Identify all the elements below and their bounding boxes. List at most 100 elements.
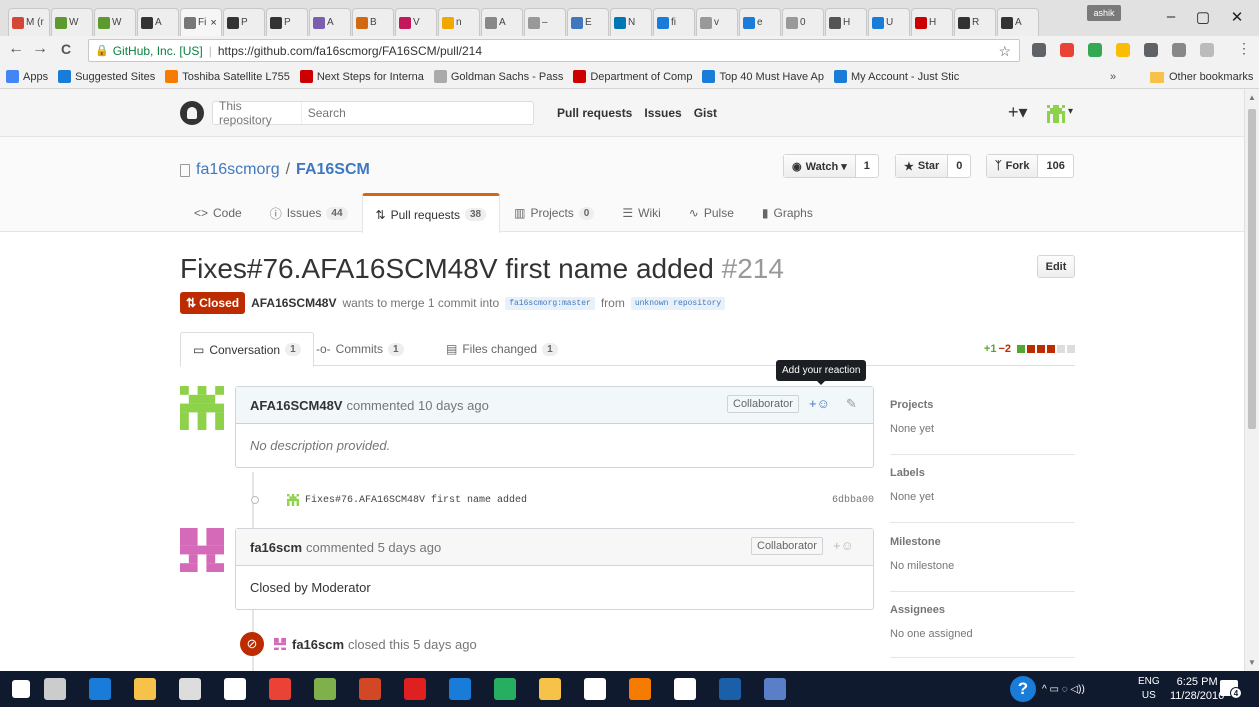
taskbar-app-icon[interactable] bbox=[719, 678, 741, 700]
browser-tab[interactable]: – bbox=[524, 8, 566, 36]
browser-tab[interactable]: n bbox=[438, 8, 480, 36]
repo-owner-link[interactable]: fa16scmorg bbox=[196, 161, 280, 179]
language-indicator[interactable]: ENG US bbox=[1138, 675, 1160, 703]
event-actor-avatar[interactable] bbox=[274, 638, 286, 650]
url-text[interactable]: https://github.com/fa16scmorg/FA16SCM/pu… bbox=[218, 44, 482, 58]
commit-message-link[interactable]: Fixes#76.AFA16SCM48V first name added bbox=[305, 495, 527, 506]
sidebar-heading[interactable]: Projects bbox=[890, 399, 1075, 411]
bookmark-item[interactable]: Goldman Sachs - Pass bbox=[433, 70, 563, 83]
taskbar-app-icon[interactable] bbox=[89, 678, 111, 700]
taskbar-app-icon[interactable] bbox=[224, 678, 246, 700]
browser-tab[interactable]: e bbox=[739, 8, 781, 36]
browser-tab[interactable]: P bbox=[223, 8, 265, 36]
taskbar-app-icon[interactable] bbox=[449, 678, 471, 700]
extension-icon[interactable] bbox=[1144, 43, 1158, 57]
reload-button[interactable]: C bbox=[56, 41, 76, 57]
bookmark-item[interactable]: Suggested Sites bbox=[58, 70, 155, 83]
tab-conversation[interactable]: ▭ Conversation 1 bbox=[180, 332, 314, 367]
minimize-button[interactable]: – bbox=[1156, 8, 1186, 25]
tab-files-changed[interactable]: ▤ Files changed 1 bbox=[434, 332, 570, 366]
comment-author-link[interactable]: AFA16SCM48V bbox=[250, 398, 342, 413]
browser-tab[interactable]: A bbox=[997, 8, 1039, 36]
browser-tab[interactable]: H bbox=[911, 8, 953, 36]
comment-timestamp[interactable]: commented 10 days ago bbox=[346, 398, 488, 413]
avatar-chevron-down-icon[interactable]: ▾ bbox=[1068, 106, 1073, 117]
pencil-icon[interactable]: ✎ bbox=[846, 396, 857, 412]
tab-close-icon[interactable]: × bbox=[210, 17, 216, 29]
scroll-up-icon[interactable]: ▲ bbox=[1248, 93, 1256, 102]
system-clock[interactable]: 6:25 PM 11/28/2016 bbox=[1170, 675, 1224, 703]
add-reaction-icon[interactable]: +☺ bbox=[833, 538, 854, 553]
sidebar-heading[interactable]: Labels bbox=[890, 467, 1075, 479]
commit-sha-link[interactable]: 6dbba00 bbox=[832, 495, 874, 506]
extension-icon[interactable] bbox=[1172, 43, 1186, 57]
nav-pull-requests[interactable]: Pull requests bbox=[557, 106, 632, 120]
browser-tab[interactable]: 0 bbox=[782, 8, 824, 36]
star-button[interactable]: ★ Star bbox=[896, 155, 949, 177]
browser-tab[interactable]: N bbox=[610, 8, 652, 36]
watch-count[interactable]: 1 bbox=[856, 155, 878, 177]
taskbar-app-icon[interactable] bbox=[359, 678, 381, 700]
browser-tab[interactable]: A bbox=[309, 8, 351, 36]
nav-gist[interactable]: Gist bbox=[694, 106, 717, 120]
windows-start-icon[interactable] bbox=[12, 680, 30, 698]
notification-icon[interactable]: 4 bbox=[1220, 680, 1242, 699]
bookmark-item[interactable]: Toshiba Satellite L755 bbox=[165, 70, 290, 83]
user-avatar[interactable] bbox=[1047, 105, 1065, 123]
browser-tab[interactable]: A bbox=[137, 8, 179, 36]
tab-graphs[interactable]: ▮ Graphs bbox=[748, 193, 827, 232]
taskbar-app-icon[interactable] bbox=[629, 678, 651, 700]
comment-author-link[interactable]: fa16scm bbox=[250, 540, 302, 555]
tab-pulse[interactable]: ∿ Pulse bbox=[675, 193, 748, 232]
repo-name-link[interactable]: FA16SCM bbox=[296, 161, 370, 179]
scroll-thumb[interactable] bbox=[1248, 109, 1256, 429]
taskbar-app-icon[interactable] bbox=[269, 678, 291, 700]
comment-timestamp[interactable]: commented 5 days ago bbox=[306, 540, 441, 555]
sidebar-heading[interactable]: Milestone bbox=[890, 536, 1075, 548]
system-tray-icons[interactable]: ^ ▭ ◌ ◁)) bbox=[1042, 671, 1085, 707]
tab-pull-requests[interactable]: ⇅ Pull requests 38 bbox=[361, 193, 501, 233]
scroll-down-icon[interactable]: ▼ bbox=[1248, 658, 1256, 667]
browser-tab[interactable]: V bbox=[395, 8, 437, 36]
tab-projects[interactable]: ▥ Projects 0 bbox=[500, 193, 608, 232]
page-scrollbar[interactable]: ▲ ▼ bbox=[1244, 89, 1259, 671]
extension-icon[interactable] bbox=[1032, 43, 1046, 57]
maximize-button[interactable]: ▢ bbox=[1188, 8, 1218, 26]
fork-count[interactable]: 106 bbox=[1038, 155, 1072, 177]
bookmarks-overflow-button[interactable]: » bbox=[1110, 71, 1116, 83]
taskbar-app-icon[interactable] bbox=[764, 678, 786, 700]
taskbar-app-icon[interactable] bbox=[314, 678, 336, 700]
bookmark-item[interactable]: Next Steps for Interna bbox=[299, 70, 424, 83]
browser-tab[interactable]: M (r bbox=[8, 8, 50, 36]
taskbar-app-icon[interactable] bbox=[404, 678, 426, 700]
browser-tab[interactable]: fi bbox=[653, 8, 695, 36]
add-reaction-icon[interactable]: +☺ bbox=[809, 396, 830, 411]
chrome-menu-icon[interactable]: ⋮ bbox=[1234, 40, 1254, 57]
browser-tab[interactable]: B bbox=[352, 8, 394, 36]
search-input[interactable] bbox=[301, 106, 533, 120]
event-actor-link[interactable]: fa16scm bbox=[292, 637, 344, 652]
omnibox[interactable]: 🔒 GitHub, Inc. [US] | https://github.com… bbox=[88, 39, 1020, 62]
watch-button[interactable]: ◉ Watch ▾ bbox=[784, 155, 856, 177]
browser-tab[interactable]: v bbox=[696, 8, 738, 36]
tab-issues[interactable]: ⓘ Issues 44 bbox=[256, 193, 362, 232]
commit-author-avatar[interactable] bbox=[287, 494, 299, 506]
browser-tab[interactable]: U bbox=[868, 8, 910, 36]
nav-issues[interactable]: Issues bbox=[644, 106, 681, 120]
browser-tab[interactable]: H bbox=[825, 8, 867, 36]
taskbar-app-icon[interactable] bbox=[584, 678, 606, 700]
browser-tab[interactable]: Fi × bbox=[180, 8, 222, 36]
taskbar-app-icon[interactable] bbox=[134, 678, 156, 700]
back-button[interactable]: ← bbox=[6, 40, 26, 58]
help-icon[interactable]: ? bbox=[1010, 676, 1036, 702]
tab-wiki[interactable]: ☰ Wiki bbox=[608, 193, 674, 232]
browser-tab[interactable]: A bbox=[481, 8, 523, 36]
bookmark-item[interactable]: My Account - Just Stic bbox=[834, 70, 959, 83]
bookmark-item[interactable]: Apps bbox=[6, 70, 48, 83]
profile-badge[interactable]: ashik bbox=[1087, 5, 1121, 21]
browser-tab[interactable]: W bbox=[94, 8, 136, 36]
taskbar-app-icon[interactable] bbox=[179, 678, 201, 700]
tab-commits[interactable]: -o- Commits 1 bbox=[304, 332, 416, 366]
github-logo-icon[interactable] bbox=[180, 101, 204, 125]
browser-tab[interactable]: R bbox=[954, 8, 996, 36]
